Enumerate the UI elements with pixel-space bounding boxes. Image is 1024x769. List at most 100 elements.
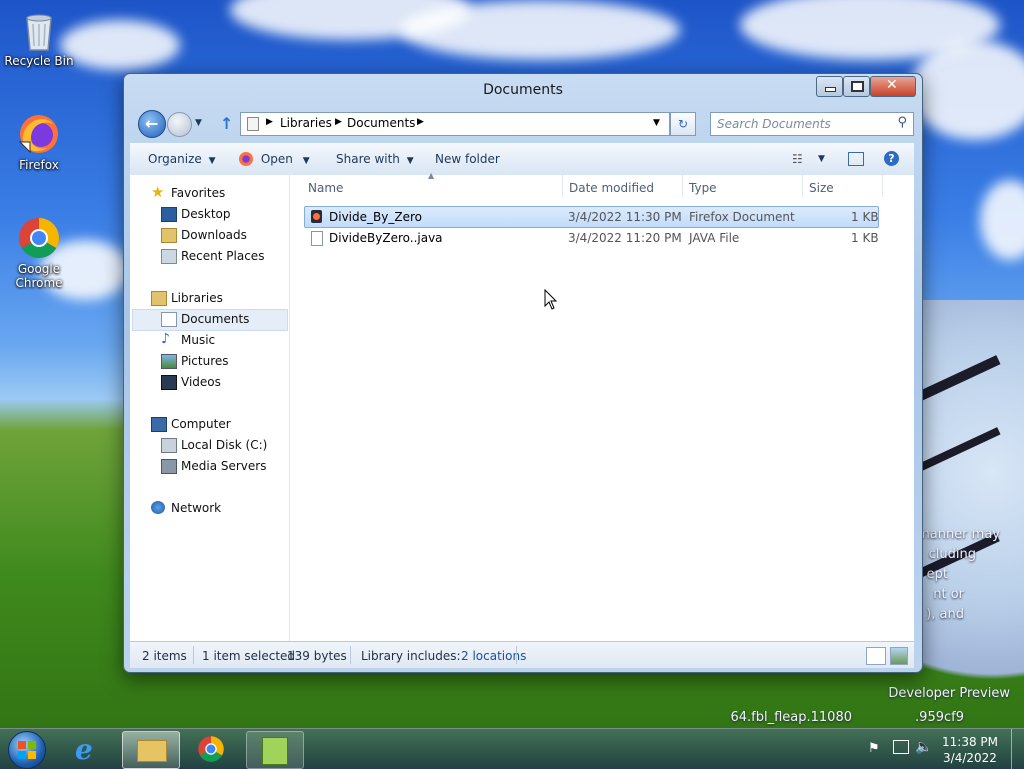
nav-recent-places[interactable]: Recent Places xyxy=(161,246,264,266)
details-view-icon[interactable] xyxy=(866,647,886,665)
explorer-window[interactable]: Documents ✕ ← ▼ ↑ ▶ Libraries ▶ Document… xyxy=(123,73,923,673)
column-header-name[interactable]: Name xyxy=(308,181,343,195)
column-header-size[interactable]: Size xyxy=(809,181,834,195)
nav-computer[interactable]: Computer xyxy=(151,414,231,434)
chevron-down-icon: ▼ xyxy=(208,156,216,166)
taskbar: e ⚑ 🔈 11:38 PM 3/4/2022 xyxy=(0,728,1024,769)
desktop-icon-recycle-bin[interactable]: Recycle Bin xyxy=(2,8,76,68)
computer-icon xyxy=(151,417,167,432)
refresh-button[interactable]: ↻ xyxy=(670,112,696,136)
nav-favorites[interactable]: ★ Favorites xyxy=(151,183,225,203)
navigation-pane: ★ Favorites Desktop Downloads Recent Pla… xyxy=(130,175,290,641)
taskbar-internet-explorer[interactable]: e xyxy=(62,731,118,767)
videos-icon xyxy=(161,375,177,390)
status-selected: 1 item selected xyxy=(202,649,296,663)
mouse-cursor-icon xyxy=(544,289,558,310)
desktop-icon-label: Firefox xyxy=(19,158,59,172)
chevron-right-icon: ▶ xyxy=(417,117,424,127)
forward-button[interactable] xyxy=(167,112,192,137)
maximize-button[interactable] xyxy=(843,76,870,97)
column-divider[interactable] xyxy=(882,175,883,197)
minimize-button[interactable] xyxy=(816,76,843,97)
chevron-right-icon: ▶ xyxy=(335,117,342,127)
nav-documents[interactable]: Documents xyxy=(161,309,250,329)
network-status-icon[interactable] xyxy=(893,740,909,754)
change-view-icon[interactable]: ☷ xyxy=(792,152,803,166)
file-name: Divide_By_Zero xyxy=(329,210,422,224)
file-date: 3/4/2022 11:30 PM xyxy=(568,210,682,224)
nav-videos[interactable]: Videos xyxy=(161,372,221,392)
column-header-type[interactable]: Type xyxy=(689,181,717,195)
taskbar-file-explorer[interactable] xyxy=(122,731,180,769)
documents-icon xyxy=(161,312,177,327)
desktop-icon-firefox[interactable]: Firefox xyxy=(2,112,76,172)
search-icon: ⚲ xyxy=(897,115,907,130)
watermark-line: cluding xyxy=(928,547,976,562)
desktop-icon-chrome[interactable]: Google Chrome xyxy=(2,216,76,290)
help-icon[interactable]: ? xyxy=(884,151,899,166)
large-icons-view-icon[interactable] xyxy=(890,647,908,665)
libraries-icon xyxy=(151,291,167,306)
status-library-label: Library includes: xyxy=(361,649,461,663)
column-divider[interactable] xyxy=(562,175,563,197)
clock-date: 3/4/2022 xyxy=(943,751,997,765)
view-dropdown-icon[interactable]: ▼ xyxy=(818,154,825,164)
nav-downloads[interactable]: Downloads xyxy=(161,225,247,245)
nav-network[interactable]: Network xyxy=(151,498,221,518)
breadcrumb-libraries[interactable]: Libraries xyxy=(280,116,332,130)
desktop-icon-label: Recycle Bin xyxy=(4,54,74,68)
search-placeholder: Search Documents xyxy=(717,117,831,131)
file-list: ▲ Name Date modified Type Size Divide_By… xyxy=(290,171,914,641)
library-icon xyxy=(247,117,259,131)
nav-label: Videos xyxy=(181,375,221,389)
back-button[interactable]: ← xyxy=(138,110,166,138)
search-input[interactable]: Search Documents ⚲ xyxy=(710,112,914,136)
volume-icon[interactable]: 🔈 xyxy=(915,739,932,755)
star-icon: ★ xyxy=(151,183,165,201)
open-button[interactable]: Open ▼ xyxy=(239,152,310,166)
file-size: 1 KB xyxy=(851,210,879,224)
share-with-button[interactable]: Share with ▼ xyxy=(336,152,414,166)
address-bar[interactable]: ▶ Libraries ▶ Documents ▶ ▼ xyxy=(240,112,670,136)
preview-pane-icon[interactable] xyxy=(848,152,864,166)
recent-pages-dropdown[interactable]: ▼ xyxy=(195,118,202,128)
status-divider xyxy=(350,646,351,664)
back-arrow-icon: ← xyxy=(145,114,159,133)
file-row-selected[interactable]: Divide_By_Zero 3/4/2022 11:30 PM Firefox… xyxy=(304,206,879,228)
new-folder-button[interactable]: New folder xyxy=(435,152,500,166)
recent-places-icon xyxy=(161,249,177,264)
up-arrow-icon[interactable]: ↑ xyxy=(220,114,233,133)
file-row[interactable]: DivideByZero..java 3/4/2022 11:20 PM JAV… xyxy=(305,228,879,248)
watermark-build: .959cf9 xyxy=(915,710,964,725)
show-desktop-button[interactable] xyxy=(1011,729,1024,769)
nav-local-disk[interactable]: Local Disk (C:) xyxy=(161,435,267,455)
taskbar-notepad-plus-plus[interactable] xyxy=(246,731,304,769)
nav-media-servers[interactable]: Media Servers xyxy=(161,456,266,476)
system-clock[interactable]: 11:38 PM 3/4/2022 xyxy=(942,734,998,766)
address-dropdown-icon[interactable]: ▼ xyxy=(653,118,660,128)
nav-pictures[interactable]: Pictures xyxy=(161,351,229,371)
nav-label: Desktop xyxy=(181,207,231,221)
nav-label: Documents xyxy=(181,312,250,326)
watermark-build: 64.fbl_fleap.11080 xyxy=(730,710,852,725)
nav-music[interactable]: ♪ Music xyxy=(161,330,215,350)
file-type: Firefox Document xyxy=(689,210,795,224)
breadcrumb-documents[interactable]: Documents xyxy=(347,116,415,130)
column-divider[interactable] xyxy=(682,175,683,197)
status-item-count: 2 items xyxy=(142,649,187,663)
downloads-folder-icon xyxy=(161,228,177,243)
start-button[interactable] xyxy=(8,731,46,769)
nav-desktop[interactable]: Desktop xyxy=(161,204,231,224)
nav-libraries[interactable]: Libraries xyxy=(151,288,223,308)
minimize-icon xyxy=(825,87,836,92)
organize-button[interactable]: Organize ▼ xyxy=(148,152,216,166)
window-title: Documents xyxy=(483,82,563,98)
windows-logo-icon xyxy=(18,741,36,759)
close-button[interactable]: ✕ xyxy=(870,76,916,97)
column-divider[interactable] xyxy=(802,175,803,197)
file-type: JAVA File xyxy=(689,231,740,245)
taskbar-chrome[interactable] xyxy=(184,731,240,767)
column-header-date[interactable]: Date modified xyxy=(569,181,654,195)
music-icon: ♪ xyxy=(161,331,170,347)
action-center-flag-icon[interactable]: ⚑ xyxy=(868,741,880,756)
